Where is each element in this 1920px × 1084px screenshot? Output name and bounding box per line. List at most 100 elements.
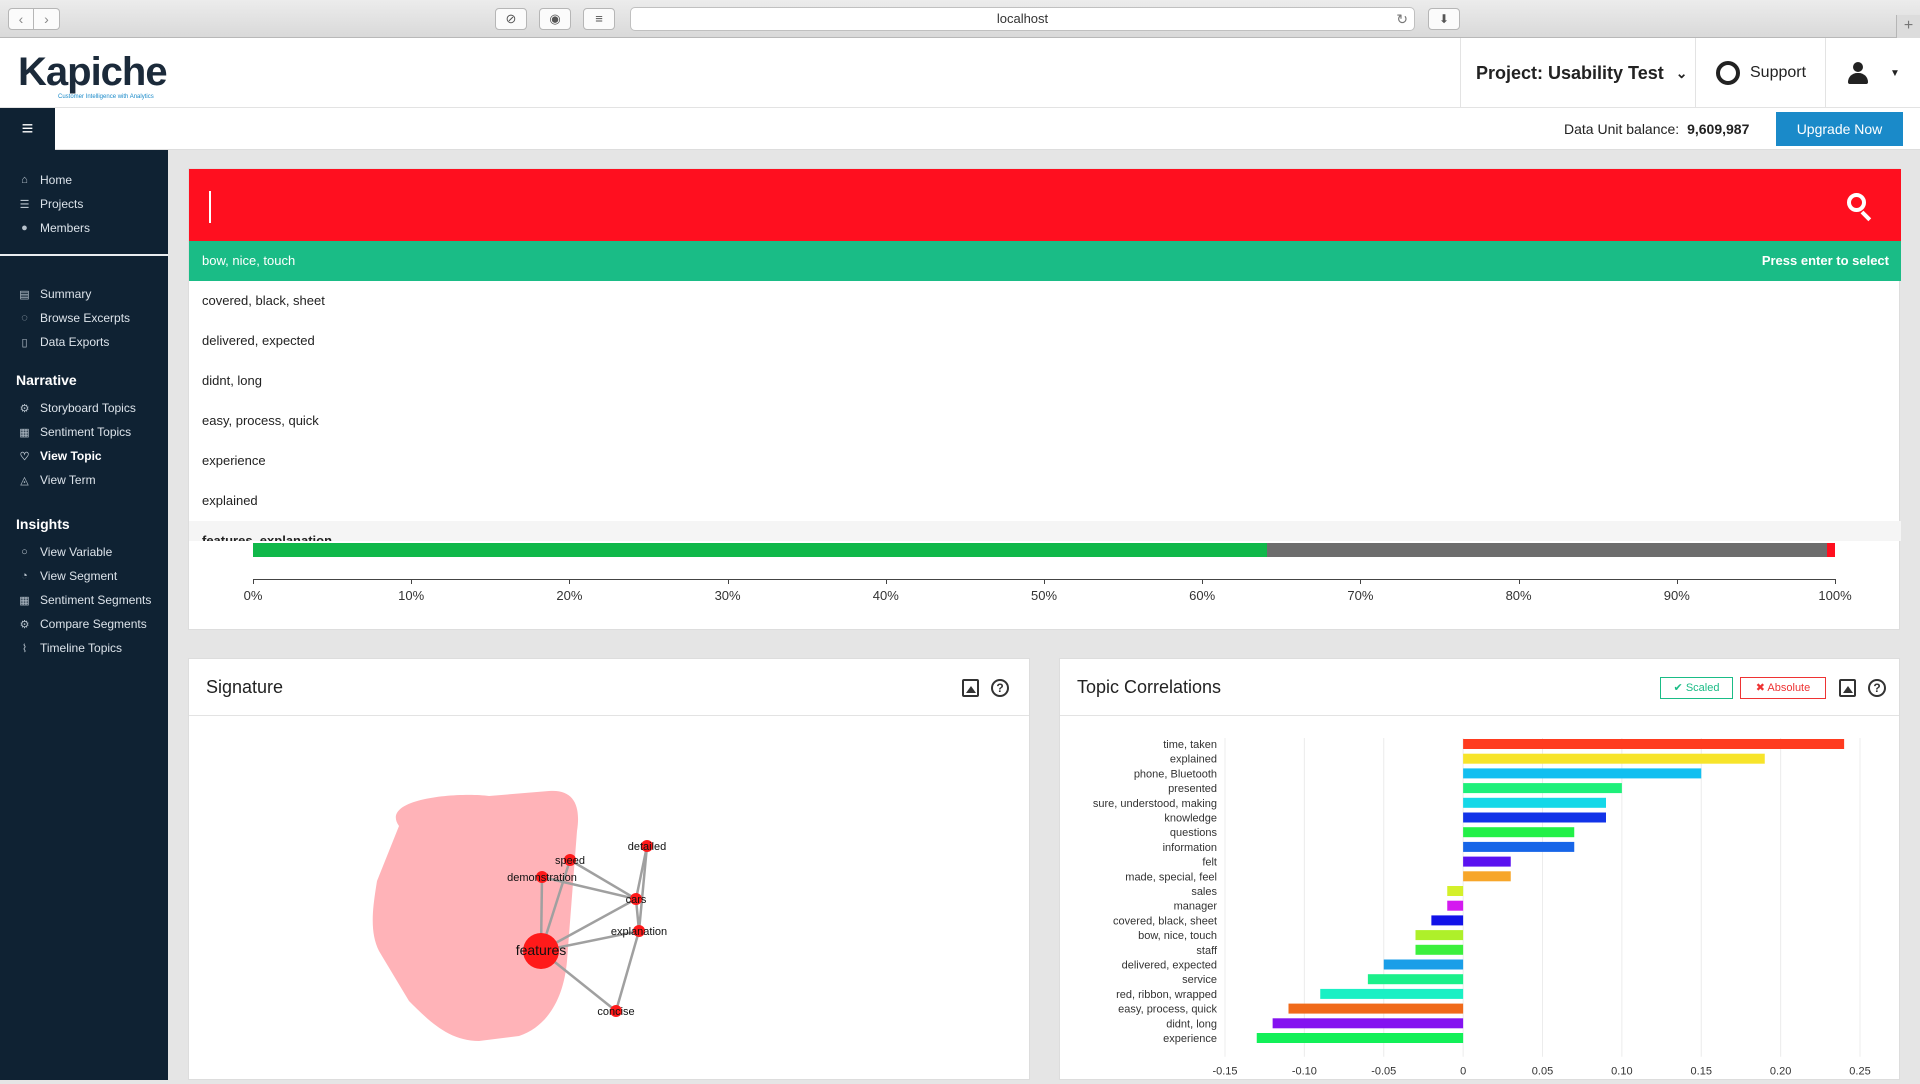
sidebar-item-home[interactable]: ⌂ Home [0, 168, 168, 192]
forward-button[interactable]: › [34, 8, 60, 30]
help-icon[interactable]: ? [1868, 679, 1886, 697]
project-selector[interactable]: Project: Usability Test ⌄ [1460, 38, 1707, 108]
sidebar-item-label: View Variable [40, 545, 113, 559]
shield-icon[interactable]: ◉ [539, 8, 571, 30]
extension-icon[interactable]: ≡ [583, 8, 615, 30]
menu-toggle-icon[interactable]: ≡ [0, 108, 55, 150]
suggestion-item[interactable]: easy, process, quick [189, 401, 1901, 441]
sidebar-item-view-variable[interactable]: ○ View Variable [0, 540, 168, 564]
axis-tick-label: 30% [714, 588, 741, 603]
kapiche-logo[interactable]: Kapiche Customer Intelligence with Analy… [18, 50, 168, 100]
logo-tagline: Customer Intelligence with Analytics [58, 94, 154, 100]
graph-edge [614, 930, 641, 1012]
data-unit-balance: Data Unit balance: 9,609,987 [1564, 108, 1749, 150]
correlation-bar[interactable] [1272, 1018, 1464, 1029]
suggestion-item[interactable]: experience [189, 441, 1901, 481]
sidebar-item-storyboard-topics[interactable]: ⚙ Storyboard Topics [0, 396, 168, 420]
x-tick-label: -0.15 [1212, 1066, 1237, 1078]
sidebar-item-data-exports[interactable]: ▯ Data Exports [0, 330, 168, 354]
graph-node-label: detailed [628, 841, 667, 853]
sidebar-item-label: Data Exports [40, 335, 110, 349]
user-icon: ● [21, 222, 28, 234]
support-link[interactable]: Support [1695, 38, 1825, 108]
correlation-bar[interactable] [1320, 988, 1464, 999]
sidebar-item-sentiment-topics[interactable]: ▦ Sentiment Topics [0, 420, 168, 444]
scaled-toggle-button[interactable]: ✔ Scaled [1660, 677, 1733, 699]
url-bar[interactable]: localhost ↻ [630, 7, 1415, 31]
correlation-bar[interactable] [1383, 959, 1464, 970]
user-icon [1848, 62, 1868, 84]
sidebar-item-browse-excerpts[interactable]: ◌ Browse Excerpts [0, 306, 168, 330]
sidebar-item-sentiment-segments[interactable]: ▦ Sentiment Segments [0, 588, 168, 612]
sidebar-item-label: Browse Excerpts [40, 311, 131, 325]
sidebar-item-timeline-topics[interactable]: ⌇ Timeline Topics [0, 636, 168, 660]
category-label: covered, black, sheet [1113, 915, 1217, 927]
download-icon[interactable]: ⬇ [1428, 8, 1460, 30]
correlation-bar[interactable] [1256, 1033, 1464, 1043]
sentiment-icon: ▦ [19, 426, 30, 439]
correlation-bar[interactable] [1463, 812, 1606, 823]
x-tick-label: -0.05 [1371, 1066, 1396, 1078]
correlation-bar[interactable] [1447, 886, 1464, 896]
sidebar-item-label: Home [40, 173, 73, 187]
export-image-icon[interactable] [1839, 679, 1856, 697]
axis-tick [727, 579, 729, 584]
correlation-bar[interactable] [1447, 900, 1464, 911]
suggestion-item[interactable]: didnt, long [189, 361, 1901, 401]
new-tab-button[interactable]: + [1896, 15, 1920, 38]
suggestion-item[interactable]: explained [189, 481, 1901, 521]
correlation-bar[interactable] [1463, 841, 1575, 852]
x-tick-label: 0.10 [1611, 1066, 1632, 1078]
correlation-bar[interactable] [1463, 827, 1575, 838]
suggestion-item[interactable]: features, explanation [189, 521, 1901, 541]
correlation-bar[interactable] [1463, 768, 1702, 779]
correlation-bar[interactable] [1463, 783, 1622, 794]
correlation-bar[interactable] [1367, 974, 1464, 985]
axis-tick [885, 579, 887, 584]
sidebar-item-members[interactable]: ● Members [0, 216, 168, 240]
correlation-bar[interactable] [1288, 1003, 1464, 1014]
help-icon[interactable]: ? [991, 679, 1009, 697]
category-label: staff [1196, 945, 1218, 957]
suggestion-item[interactable]: delivered, expected [189, 321, 1901, 361]
upgrade-now-button[interactable]: Upgrade Now [1776, 112, 1903, 146]
sidebar-item-projects[interactable]: ☰ Projects [0, 192, 168, 216]
suggestion-item[interactable]: bow, nice, touch Press enter to select [189, 241, 1901, 281]
sidebar-item-label: Summary [40, 287, 92, 301]
category-label: easy, process, quick [1118, 1004, 1217, 1016]
reload-icon[interactable]: ↻ [1396, 8, 1408, 30]
sidebar: ⌂ Home ☰ Projects ● Members ▤ Summary ◌ Browse E… [0, 150, 168, 1080]
sidebar-item-view-term[interactable]: ◬ View Term [0, 468, 168, 492]
search-icon[interactable] [1847, 193, 1873, 222]
export-image-icon[interactable] [962, 679, 979, 697]
correlation-bar[interactable] [1463, 871, 1511, 882]
back-button[interactable]: ‹ [8, 8, 34, 30]
topic-search-input[interactable] [189, 169, 1901, 241]
correlation-bar[interactable] [1415, 930, 1464, 941]
category-label: bow, nice, touch [1138, 930, 1217, 942]
x-tick-label: -0.10 [1292, 1066, 1317, 1078]
sidebar-item-summary[interactable]: ▤ Summary [0, 282, 168, 306]
correlation-bar[interactable] [1463, 739, 1845, 749]
block-icon[interactable]: ⊘ [495, 8, 527, 30]
absolute-toggle-button[interactable]: ✖ Absolute [1740, 677, 1826, 699]
sidebar-item-view-segment[interactable]: ◔ View Segment [0, 564, 168, 588]
axis-tick [569, 579, 571, 584]
suggestion-label: covered, black, sheet [202, 293, 325, 308]
category-label: knowledge [1164, 813, 1217, 825]
axis-tick-label: 100% [1818, 588, 1852, 603]
sidebar-item-compare-segments[interactable]: ⚙ Compare Segments [0, 612, 168, 636]
graph-edge [637, 845, 649, 932]
suggestion-item[interactable]: covered, black, sheet [189, 281, 1901, 321]
url-text: localhost [996, 11, 1049, 26]
category-label: questions [1170, 827, 1218, 839]
correlation-bar[interactable] [1431, 915, 1464, 926]
correlation-bar[interactable] [1415, 944, 1464, 955]
correlation-bar[interactable] [1463, 797, 1606, 808]
category-label: sure, understood, making [1093, 798, 1217, 810]
correlation-bar[interactable] [1463, 753, 1765, 764]
user-menu[interactable]: ▼ [1825, 38, 1920, 108]
sentiment-segments-icon: ▦ [19, 594, 30, 607]
correlation-bar[interactable] [1463, 856, 1511, 867]
sidebar-item-view-topic[interactable]: ♡ View Topic [0, 444, 168, 468]
